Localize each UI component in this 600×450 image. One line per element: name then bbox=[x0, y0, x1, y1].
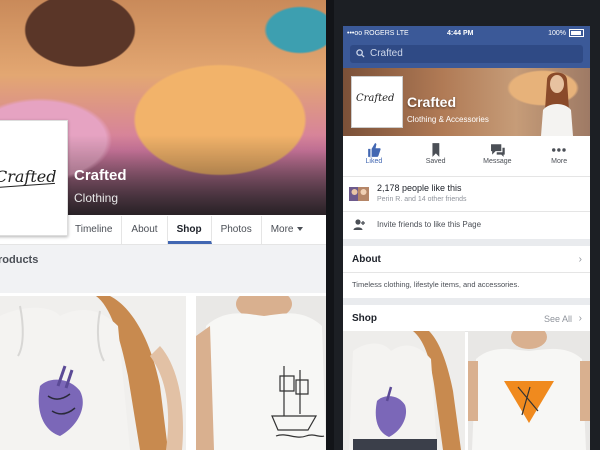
products-section-title: roducts bbox=[0, 254, 39, 266]
mobile-page-category: Clothing & Accessories bbox=[407, 115, 489, 124]
caret-down-icon bbox=[296, 227, 303, 232]
friends-like: Perin R. and 14 other friends bbox=[377, 196, 467, 203]
like-label: Liked bbox=[365, 158, 383, 165]
mobile-page-logo: Crafted bbox=[356, 93, 395, 104]
battery-indicator: 100% bbox=[548, 29, 584, 37]
page-title[interactable]: Crafted bbox=[74, 167, 127, 184]
about-section-header[interactable]: About › bbox=[343, 246, 590, 273]
more-button[interactable]: More bbox=[528, 136, 590, 176]
shop-section-header: Shop See All › bbox=[343, 305, 590, 332]
chevron-right-icon: › bbox=[578, 254, 582, 265]
more-label: More bbox=[551, 158, 568, 165]
tab-photos[interactable]: Photos bbox=[212, 216, 262, 244]
save-label: Saved bbox=[425, 158, 446, 165]
about-title: About bbox=[352, 254, 381, 265]
search-icon bbox=[356, 49, 365, 58]
invite-text: Invite friends to like this Page bbox=[377, 220, 482, 229]
message-label: Message bbox=[483, 158, 512, 165]
tab-more[interactable]: More bbox=[262, 216, 312, 244]
desktop-page-view: Crafted Crafted Clothing Timeline About … bbox=[0, 0, 326, 450]
message-button[interactable]: Message bbox=[467, 136, 529, 176]
product-image-unicorn-tank bbox=[349, 331, 461, 450]
mobile-page-view: •••oo ROGERS LTE 4:44 PM 100% Crafted Cr… bbox=[343, 26, 590, 450]
status-bar: •••oo ROGERS LTE 4:44 PM 100% bbox=[343, 26, 590, 40]
bookmark-icon bbox=[432, 143, 440, 157]
tab-more-label: More bbox=[270, 224, 294, 235]
product-card[interactable] bbox=[196, 296, 326, 450]
tab-timeline[interactable]: Timeline bbox=[66, 216, 123, 244]
battery-icon bbox=[569, 29, 584, 37]
more-dots-icon bbox=[552, 148, 566, 152]
profile-picture[interactable]: Crafted bbox=[0, 120, 68, 236]
chat-icon bbox=[490, 144, 505, 157]
products-section-header bbox=[0, 244, 326, 293]
add-friend-icon bbox=[353, 219, 365, 230]
product-image-triangle-tee bbox=[468, 331, 590, 450]
invite-friends-row[interactable]: Invite friends to like this Page bbox=[343, 211, 590, 239]
tab-about[interactable]: About bbox=[122, 216, 168, 244]
search-input[interactable]: Crafted bbox=[350, 45, 583, 63]
chevron-right-icon: › bbox=[578, 313, 582, 324]
mobile-product-card[interactable] bbox=[468, 331, 590, 450]
mobile-page-title[interactable]: Crafted bbox=[407, 94, 456, 110]
product-image-ship-tee bbox=[196, 296, 326, 450]
friend-avatars bbox=[349, 187, 369, 201]
mobile-profile-picture[interactable]: Crafted bbox=[351, 76, 403, 128]
page-tabs: Timeline About Shop Photos More bbox=[66, 216, 312, 244]
product-image-unicorn-tank bbox=[0, 296, 184, 450]
mobile-product-card[interactable] bbox=[343, 331, 465, 450]
action-bar: Liked Saved Message More bbox=[343, 136, 590, 177]
tab-shop[interactable]: Shop bbox=[167, 216, 212, 244]
shop-title: Shop bbox=[352, 313, 377, 324]
phone-frame: •••oo ROGERS LTE 4:44 PM 100% Crafted Cr… bbox=[334, 0, 600, 450]
status-time: 4:44 PM bbox=[447, 29, 474, 37]
thumbs-up-icon bbox=[368, 143, 381, 157]
product-card[interactable] bbox=[0, 296, 186, 450]
page-category: Clothing bbox=[74, 191, 119, 205]
like-button[interactable]: Liked bbox=[343, 136, 405, 176]
likes-summary[interactable]: 2,178 people like this Perin R. and 14 o… bbox=[343, 177, 590, 212]
likes-count: 2,178 people like this bbox=[377, 183, 462, 193]
search-text: Crafted bbox=[370, 48, 403, 59]
cover-model-image bbox=[541, 72, 573, 136]
page-logo: Crafted bbox=[0, 167, 57, 186]
see-all-link[interactable]: See All bbox=[544, 314, 572, 324]
carrier-signal: •••oo ROGERS LTE bbox=[347, 29, 409, 37]
search-bar: Crafted bbox=[343, 40, 590, 68]
save-button[interactable]: Saved bbox=[405, 136, 467, 176]
about-description: Timeless clothing, lifestyle items, and … bbox=[352, 280, 520, 289]
